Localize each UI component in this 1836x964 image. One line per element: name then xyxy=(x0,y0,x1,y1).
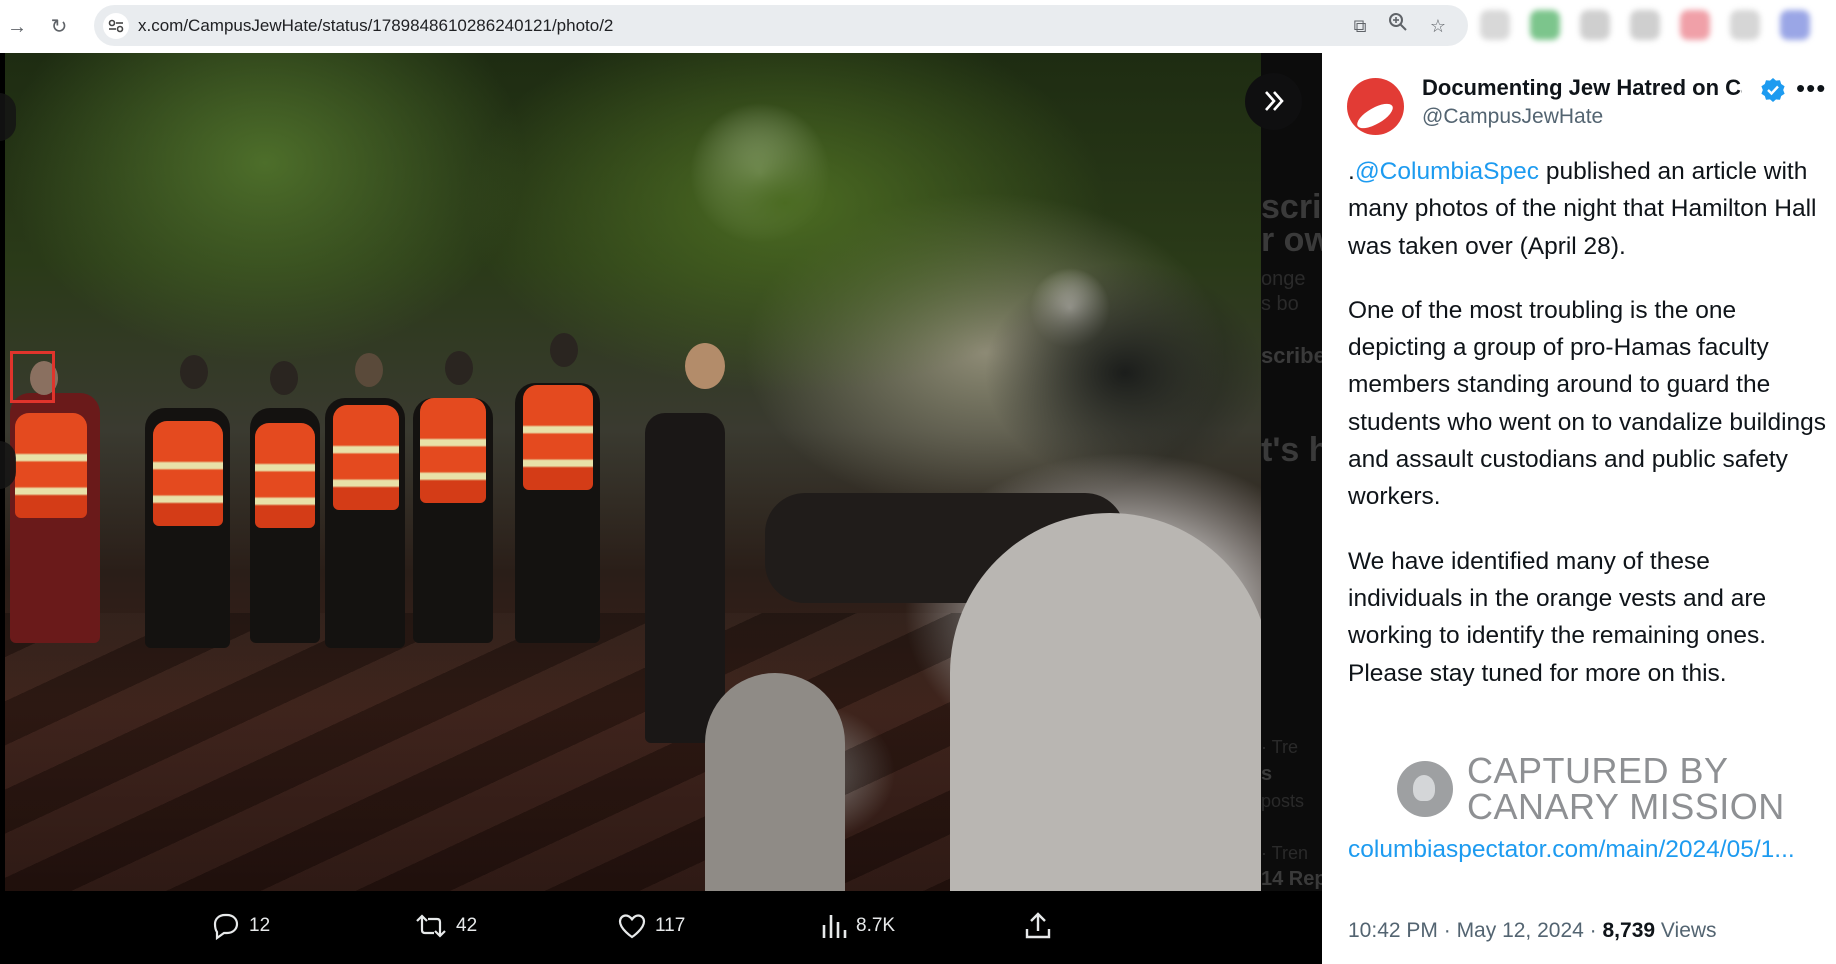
extension-icon[interactable] xyxy=(1630,10,1660,40)
repost-count: 42 xyxy=(456,915,478,936)
orange-vest xyxy=(333,405,399,510)
more-options-icon[interactable]: ••• xyxy=(1796,73,1826,104)
person-head xyxy=(445,351,473,385)
site-settings-icon[interactable] xyxy=(103,13,129,39)
foreground-person xyxy=(950,513,1261,891)
canary-mission-watermark: CAPTURED BY CANARY MISSION xyxy=(1397,753,1784,833)
bookmark-star-icon[interactable]: ☆ xyxy=(1424,12,1452,40)
orange-vest xyxy=(15,413,87,518)
media-viewer: scrib r own onge s bo scribe t's h · Tre… xyxy=(0,53,1322,964)
orange-vest xyxy=(420,398,486,503)
tweet-date[interactable]: May 12, 2024 xyxy=(1457,919,1584,942)
tweet-paragraph: We have identified many of these individ… xyxy=(1348,547,1767,687)
avatar[interactable] xyxy=(1347,78,1404,135)
analytics-bar-icon xyxy=(822,914,847,938)
user-handle[interactable]: @CampusJewHate xyxy=(1422,105,1603,129)
tweet-action-bar: 12 42 117 8.7K xyxy=(0,891,1322,964)
forward-arrow-icon[interactable]: → xyxy=(2,12,32,42)
reply-bubble-icon xyxy=(213,913,239,941)
views-label: Views xyxy=(1660,919,1717,942)
install-app-icon[interactable]: ⧉ xyxy=(1346,12,1374,40)
tweet-detail-panel: Documenting Jew Hatred on Campus @Campus… xyxy=(1322,53,1836,964)
display-name[interactable]: Documenting Jew Hatred on Campus xyxy=(1422,75,1742,101)
address-bar[interactable]: x.com/CampusJewHate/status/1789848610286… xyxy=(94,5,1468,46)
article-link[interactable]: columbiaspectator.com/main/2024/05/1... xyxy=(1348,831,1828,868)
reload-icon[interactable]: ↻ xyxy=(44,12,74,42)
tweet-paragraph: One of the most troubling is the one dep… xyxy=(1348,296,1827,511)
extension-icon[interactable] xyxy=(1780,10,1810,40)
repost-icon xyxy=(416,914,446,938)
person-head xyxy=(550,333,578,367)
share-upload-icon xyxy=(1025,912,1051,939)
person-head xyxy=(355,353,383,387)
tweet-time[interactable]: 10:42 PM xyxy=(1348,919,1438,942)
watermark-text: CAPTURED BY CANARY MISSION xyxy=(1467,750,1785,827)
extension-icon[interactable] xyxy=(1680,10,1710,40)
extension-icon[interactable] xyxy=(1730,10,1760,40)
person-head xyxy=(270,361,298,395)
reply-button[interactable]: 12 xyxy=(211,909,270,943)
text-prefix: . xyxy=(1348,158,1355,185)
person xyxy=(645,413,725,743)
repost-button[interactable]: 42 xyxy=(414,909,477,943)
tweet-paragraph: .@ColumbiaSpec published an article with… xyxy=(1348,153,1828,265)
url-text: x.com/CampusJewHate/status/1789848610286… xyxy=(138,16,614,35)
expand-panel-button[interactable] xyxy=(1245,73,1302,130)
heart-icon xyxy=(618,914,646,939)
views-button[interactable]: 8.7K xyxy=(820,909,895,943)
highlight-box xyxy=(10,351,55,403)
like-count: 117 xyxy=(655,915,686,936)
verified-badge-icon[interactable] xyxy=(1760,77,1786,103)
tweet-photo[interactable] xyxy=(5,53,1261,891)
background-timeline-overlay: scrib r own onge s bo scribe t's h · Tre… xyxy=(1261,53,1322,891)
views-number: 8,739 xyxy=(1602,919,1656,942)
keffiyeh-person xyxy=(705,673,845,891)
views-count: 8.7K xyxy=(856,915,896,936)
person-head xyxy=(685,343,725,389)
orange-vest xyxy=(523,385,593,490)
mention-link[interactable]: @ColumbiaSpec xyxy=(1355,158,1539,185)
extension-icon[interactable] xyxy=(1580,10,1610,40)
orange-vest xyxy=(255,423,315,528)
tweet-text: .@ColumbiaSpec published an article with… xyxy=(1348,153,1828,692)
zoom-icon[interactable] xyxy=(1384,12,1412,40)
like-button[interactable]: 117 xyxy=(617,909,685,943)
canary-logo-icon xyxy=(1397,761,1453,817)
browser-toolbar: → ↻ x.com/CampusJewHate/status/178984861… xyxy=(0,0,1836,53)
tweet-meta: 10:42 PM · May 12, 2024 · 8,739 Views xyxy=(1348,919,1717,942)
share-button[interactable] xyxy=(1023,909,1061,943)
person-head xyxy=(180,355,208,389)
extension-icon[interactable] xyxy=(1530,10,1560,40)
orange-vest xyxy=(153,421,223,526)
extension-icon[interactable] xyxy=(1480,10,1510,40)
double-chevron-right-icon xyxy=(1264,91,1284,111)
reply-count: 12 xyxy=(249,915,271,936)
